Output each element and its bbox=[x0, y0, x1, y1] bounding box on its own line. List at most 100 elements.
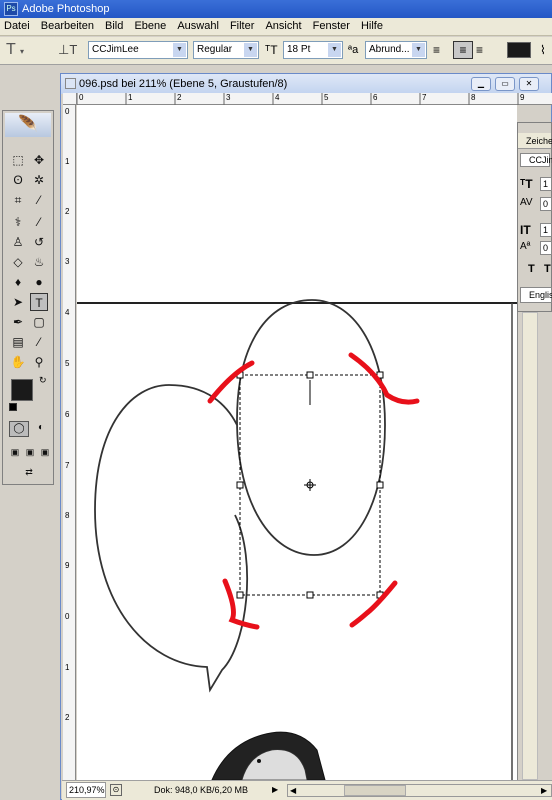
align-right-icon[interactable]: ≡ bbox=[476, 41, 494, 59]
shape-tool-icon[interactable]: ▢ bbox=[30, 313, 48, 331]
marquee-tool-icon[interactable]: ⬚ bbox=[9, 151, 27, 169]
crop-tool-icon[interactable]: ⌗ bbox=[9, 191, 27, 209]
swap-colors-icon[interactable]: ↻ bbox=[39, 375, 47, 386]
menu-ansicht[interactable]: Ansicht bbox=[261, 18, 305, 35]
type-tool-icon[interactable]: T bbox=[30, 293, 48, 311]
ruler-top-label: 6 bbox=[373, 93, 378, 102]
palette-size-icon: ᵀT bbox=[520, 177, 533, 191]
scroll-right-icon[interactable]: ▶ bbox=[541, 785, 547, 796]
font-style-value: Regular bbox=[197, 44, 233, 55]
screen-mode-menu-icon[interactable]: ▣ bbox=[23, 445, 37, 459]
chevron-down-icon: ▼ bbox=[412, 43, 425, 57]
options-bar: T ▾ ⊥T CCJimLee ▼ Regular ▼ ᵀT 18 Pt ▼ ªa A… bbox=[0, 37, 552, 65]
foreground-color-swatch[interactable] bbox=[11, 379, 33, 401]
ruler-top-label: 2 bbox=[177, 93, 182, 102]
font-style-select[interactable]: Regular ▼ bbox=[193, 41, 259, 59]
ruler-left-label: 0 bbox=[65, 107, 70, 116]
menu-auswahl[interactable]: Auswahl bbox=[173, 18, 223, 35]
menu-fenster[interactable]: Fenster bbox=[309, 18, 354, 35]
text-orientation-icon[interactable]: ⊥T bbox=[58, 41, 78, 59]
clone-stamp-tool-icon[interactable]: ♙ bbox=[9, 233, 27, 251]
scrollbar-track[interactable] bbox=[522, 312, 538, 780]
blur-tool-icon[interactable]: ♦ bbox=[9, 273, 27, 291]
ruler-left-label: 1 bbox=[65, 663, 70, 672]
text-color-swatch[interactable] bbox=[507, 42, 531, 58]
ruler-left-label: 1 bbox=[65, 157, 70, 166]
menu-filter[interactable]: Filter bbox=[226, 18, 258, 35]
quick-mask-mode-icon[interactable]: ◐ bbox=[31, 421, 51, 437]
palette-vscale-field[interactable]: 1 bbox=[540, 223, 552, 237]
eraser-tool-icon[interactable]: ◇ bbox=[9, 253, 27, 271]
ruler-top-label: 5 bbox=[324, 93, 329, 102]
brush-tool-icon[interactable]: ⁄ bbox=[30, 213, 48, 231]
status-menu-arrow-icon[interactable]: ▶ bbox=[272, 784, 282, 796]
menu-ebene[interactable]: Ebene bbox=[130, 18, 170, 35]
paint-bucket-tool-icon[interactable]: ♨ bbox=[30, 253, 48, 271]
lasso-tool-icon[interactable]: ʘ bbox=[9, 171, 27, 189]
vertical-scrollbar[interactable] bbox=[517, 312, 552, 780]
screen-mode-standard-icon[interactable]: ▣ bbox=[8, 445, 22, 459]
palette-vscale-icon: IT bbox=[520, 223, 531, 237]
palette-font-field[interactable]: CCJim bbox=[520, 153, 552, 167]
font-size-icon: ᵀT bbox=[265, 43, 278, 57]
warp-text-icon[interactable]: ⌇ bbox=[540, 41, 552, 59]
chevron-down-icon: ▼ bbox=[244, 43, 257, 57]
default-colors-icon[interactable] bbox=[9, 403, 17, 411]
align-center-icon[interactable]: ≡ bbox=[453, 41, 473, 59]
app-title: Adobe Photoshop bbox=[22, 3, 110, 15]
feather-logo-icon[interactable]: 🪶 bbox=[5, 113, 51, 137]
magic-wand-tool-icon[interactable]: ✲ bbox=[30, 171, 48, 189]
palette-size-field[interactable]: 1 bbox=[540, 177, 552, 191]
palette-baseline-field[interactable]: 0 bbox=[540, 241, 552, 255]
palette-tracking-field[interactable]: 0 bbox=[540, 197, 552, 211]
palette-faux-italic-icon[interactable]: T bbox=[544, 263, 551, 275]
menu-bearbeiten[interactable]: Bearbeiten bbox=[37, 18, 98, 35]
menu-hilfe[interactable]: Hilfe bbox=[357, 18, 387, 35]
screen-mode-full-icon[interactable]: ▣ bbox=[38, 445, 52, 459]
standard-mode-icon[interactable]: ◯ bbox=[9, 421, 29, 437]
menu-bild[interactable]: Bild bbox=[101, 18, 127, 35]
scroll-left-icon[interactable]: ◀ bbox=[290, 785, 296, 796]
imageready-icon[interactable]: ⇄ bbox=[9, 465, 49, 479]
character-palette: Zeiche CCJim ᵀT 1 AV 0 IT 1 Aª 0 T T Eng… bbox=[517, 122, 552, 312]
minimize-button[interactable]: ▁ bbox=[471, 77, 491, 91]
ruler-top-label: 7 bbox=[422, 93, 427, 102]
healing-brush-tool-icon[interactable]: ⚕ bbox=[9, 213, 27, 231]
palette-faux-bold-icon[interactable]: T bbox=[528, 263, 535, 275]
ruler-top-label: 8 bbox=[471, 93, 476, 102]
tool-preset-picker[interactable]: T ▾ bbox=[6, 41, 36, 59]
ruler-left-label: 0 bbox=[65, 612, 70, 621]
close-button[interactable]: ✕ bbox=[519, 77, 539, 91]
eyedropper-tool-icon[interactable]: ⁄ bbox=[30, 333, 48, 351]
align-left-icon[interactable]: ≡ bbox=[433, 41, 451, 59]
ruler-left-label: 9 bbox=[65, 561, 70, 570]
toolbox-panel: 🪶 ⬚ ✥ ʘ ✲ ⌗ ⁄ ⚕ ⁄ ♙ ↺ ◇ ♨ ♦ ● ➤ T ✒ ▢ ▤ … bbox=[2, 110, 54, 485]
maximize-button[interactable]: ▭ bbox=[495, 77, 515, 91]
menu-datei[interactable]: Datei bbox=[0, 18, 34, 35]
ruler-left-label: 2 bbox=[65, 713, 70, 722]
zoom-icon[interactable]: ⊙ bbox=[110, 784, 122, 796]
pen-tool-icon[interactable]: ✒ bbox=[9, 313, 27, 331]
ruler-top-label: 9 bbox=[520, 93, 525, 102]
antialias-select[interactable]: Abrund... ▼ bbox=[365, 41, 427, 59]
font-size-select[interactable]: 18 Pt ▼ bbox=[283, 41, 343, 59]
palette-language-select[interactable]: Englisc bbox=[520, 287, 552, 303]
document-titlebar: 096.psd bei 211% (Ebene 5, Graustufen/8)… bbox=[61, 74, 551, 94]
tab-character[interactable]: Zeiche bbox=[518, 133, 552, 149]
document-canvas[interactable] bbox=[77, 105, 517, 780]
horizontal-scrollbar[interactable]: ◀ ▶ bbox=[287, 784, 552, 797]
history-brush-tool-icon[interactable]: ↺ bbox=[30, 233, 48, 251]
dodge-tool-icon[interactable]: ● bbox=[30, 273, 48, 291]
document-title: 096.psd bei 211% (Ebene 5, Graustufen/8) bbox=[79, 78, 288, 90]
font-family-select[interactable]: CCJimLee ▼ bbox=[88, 41, 188, 59]
ruler-top-label: 1 bbox=[128, 93, 133, 102]
slice-tool-icon[interactable]: ⁄ bbox=[30, 191, 48, 209]
zoom-tool-icon[interactable]: ⚲ bbox=[30, 353, 48, 371]
move-tool-icon[interactable]: ✥ bbox=[30, 151, 48, 169]
hand-tool-icon[interactable]: ✋ bbox=[9, 353, 27, 371]
path-selection-tool-icon[interactable]: ➤ bbox=[9, 293, 27, 311]
scrollbar-thumb[interactable] bbox=[344, 785, 406, 796]
text-bounding-box[interactable] bbox=[236, 371, 384, 599]
zoom-level-field[interactable]: 210,97% bbox=[66, 782, 106, 798]
notes-tool-icon[interactable]: ▤ bbox=[9, 333, 27, 351]
